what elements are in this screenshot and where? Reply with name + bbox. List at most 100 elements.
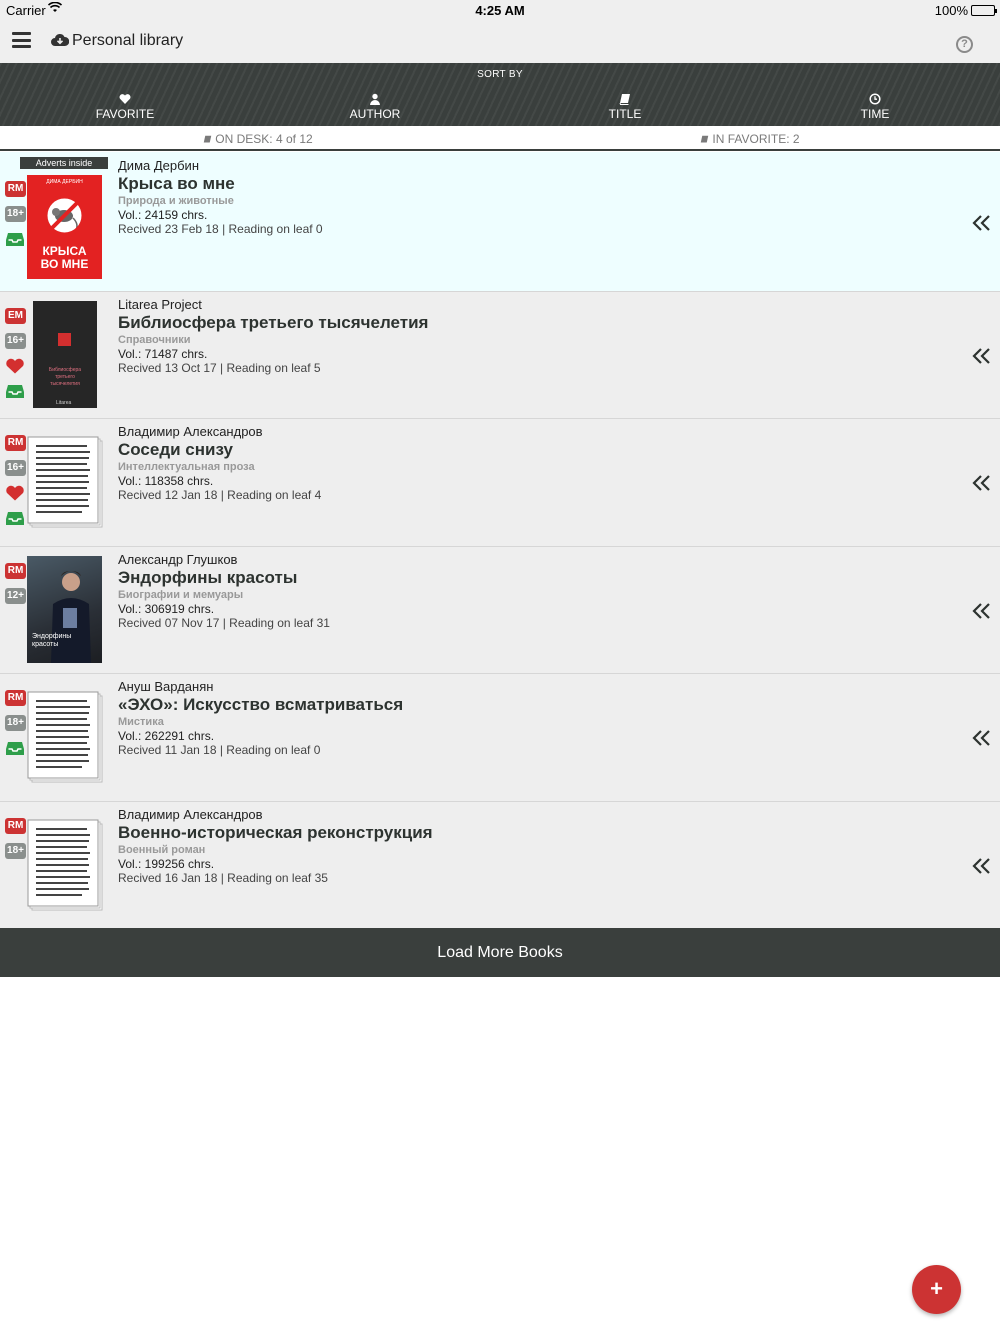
on-desk-count: ON DESK: 4 of 12 <box>8 132 508 146</box>
format-badge: RM <box>5 563 26 579</box>
sort-author-button[interactable]: AUTHOR <box>250 93 500 121</box>
chevron-double-left-icon[interactable] <box>972 213 992 233</box>
inbox-icon <box>5 510 26 526</box>
book-row[interactable]: RM 12+ Эндорфины красоты Александр Глушк… <box>0 547 1000 674</box>
book-author: Александр Глушков <box>118 552 238 567</box>
battery-percent: 100% <box>934 3 968 18</box>
book-volume: Vol.: 24159 chrs. <box>118 208 208 222</box>
book-received: Recived 11 Jan 18 | Reading on leaf 0 <box>118 743 321 757</box>
book-author: Litarea Project <box>118 297 202 312</box>
chevron-double-left-icon[interactable] <box>972 473 992 493</box>
sort-title-button[interactable]: TITLE <box>500 93 750 121</box>
status-time: 4:25 AM <box>475 3 525 18</box>
status-bar: Carrier 4:25 AM 100% <box>0 0 1000 22</box>
cover-title: КРЫСА ВО МНЕ <box>40 244 89 271</box>
format-badge: RM <box>5 818 26 834</box>
format-badge: RM <box>5 690 26 706</box>
cover-brand: Litarea <box>56 400 72 406</box>
cloud-download-icon <box>51 33 69 46</box>
book-volume: Vol.: 306919 chrs. <box>118 602 215 616</box>
book-genre: Мистика <box>118 716 164 728</box>
cover-title: Библиосфера третьего тысячелетия <box>48 367 82 387</box>
add-book-button[interactable]: + <box>912 1265 961 1314</box>
book-author: Дима Дербин <box>118 158 199 173</box>
book-received: Recived 13 Oct 17 | Reading on leaf 5 <box>118 361 321 375</box>
clock-icon <box>750 93 1000 105</box>
book-volume: Vol.: 71487 chrs. <box>118 347 208 361</box>
book-received: Recived 16 Jan 18 | Reading on leaf 35 <box>118 871 328 885</box>
book-volume: Vol.: 199256 chrs. <box>118 857 215 871</box>
sort-favorite-button[interactable]: FAVORITE <box>0 93 250 121</box>
placeholder-cover-icon <box>27 436 103 528</box>
book-author: Владимир Александров <box>118 807 263 822</box>
nav-bar: Personal library ? <box>0 22 1000 63</box>
help-icon[interactable]: ? <box>956 36 973 53</box>
sort-favorite-label: FAVORITE <box>95 107 155 121</box>
book-title: Крыса во мне <box>118 174 235 193</box>
book-row[interactable]: RM 16+ Владимир Александров Соседи снизу… <box>0 419 1000 547</box>
book-title: Библиосфера третьего тысячелетия <box>118 313 429 332</box>
battery-icon <box>971 5 997 16</box>
page-title: Personal library <box>72 32 184 49</box>
format-badge: RM <box>5 435 26 451</box>
book-badges: RM 18+ <box>5 818 27 868</box>
inbox-icon <box>5 740 26 756</box>
cover-author: ДИМА ДЕРБИН <box>46 179 83 185</box>
on-desk-label: ON DESK: 4 of 12 <box>215 132 313 146</box>
book-author: Владимир Александров <box>118 424 263 439</box>
book-title: Эндорфины красоты <box>118 568 298 587</box>
no-rat-icon <box>43 194 86 237</box>
in-favorite-count: IN FAVORITE: 2 <box>500 132 1000 146</box>
format-badge: EM <box>5 308 26 324</box>
sort-title-label: TITLE <box>608 107 642 121</box>
age-badge: 18+ <box>5 206 26 222</box>
book-row[interactable]: RM 18+ Ануш Варданян «ЭХО»: Искусство вс… <box>0 674 1000 802</box>
age-badge: 12+ <box>5 588 26 604</box>
book-icon <box>500 93 750 105</box>
plus-icon: + <box>930 1276 943 1301</box>
age-badge: 16+ <box>5 460 26 476</box>
chevron-double-left-icon[interactable] <box>972 601 992 621</box>
book-badges: EM 16+ <box>5 308 27 408</box>
sort-time-label: TIME <box>860 107 890 121</box>
cover-title: Эндорфины красоты <box>32 633 72 648</box>
sort-author-label: AUTHOR <box>349 107 401 121</box>
sort-label: SORT BY <box>477 69 523 80</box>
book-received: Recived 07 Nov 17 | Reading on leaf 31 <box>118 616 330 630</box>
book-genre: Интеллектуальная проза <box>118 461 255 473</box>
book-badges: RM 12+ <box>5 563 27 613</box>
placeholder-cover-icon <box>27 819 103 911</box>
in-favorite-label: IN FAVORITE: 2 <box>712 132 800 146</box>
menu-icon[interactable] <box>12 32 31 48</box>
age-badge: 16+ <box>5 333 26 349</box>
book-row[interactable]: Adverts inside RM 18+ ДИМА ДЕРБИН КРЫСА … <box>0 152 1000 292</box>
book-cover: Эндорфины красоты <box>27 556 102 663</box>
book-title: Соседи снизу <box>118 440 233 459</box>
placeholder-cover-icon <box>27 691 103 783</box>
litarea-logo <box>58 333 71 346</box>
heart-icon <box>5 358 26 374</box>
book-received: Recived 23 Feb 18 | Reading on leaf 0 <box>118 222 323 236</box>
inbox-icon <box>5 231 26 247</box>
book-received: Recived 12 Jan 18 | Reading on leaf 4 <box>118 488 322 502</box>
user-icon <box>250 93 500 105</box>
age-badge: 18+ <box>5 715 26 731</box>
book-row[interactable]: RM 18+ Владимир Александров Военно-истор… <box>0 802 1000 928</box>
chevron-double-left-icon[interactable] <box>972 856 992 876</box>
info-bar: ON DESK: 4 of 12 IN FAVORITE: 2 <box>0 126 1000 151</box>
chevron-double-left-icon[interactable] <box>972 346 992 366</box>
book-volume: Vol.: 262291 chrs. <box>118 729 215 743</box>
book-genre: Военный роман <box>118 844 206 856</box>
age-badge: 18+ <box>5 843 26 859</box>
book-row[interactable]: EM 16+ Библиосфера третьего тысячелетия … <box>0 292 1000 419</box>
book-icon <box>204 135 212 143</box>
sort-time-button[interactable]: TIME <box>750 93 1000 121</box>
book-badges: RM 18+ <box>5 690 27 765</box>
book-cover: Библиосфера третьего тысячелетия Litarea <box>33 301 97 408</box>
load-more-button[interactable]: Load More Books <box>0 928 1000 977</box>
book-genre: Биографии и мемуары <box>118 589 244 601</box>
heart-icon <box>5 485 26 501</box>
book-badges: RM 16+ <box>5 435 27 535</box>
adverts-inside-label: Adverts inside <box>20 157 108 169</box>
chevron-double-left-icon[interactable] <box>972 728 992 748</box>
